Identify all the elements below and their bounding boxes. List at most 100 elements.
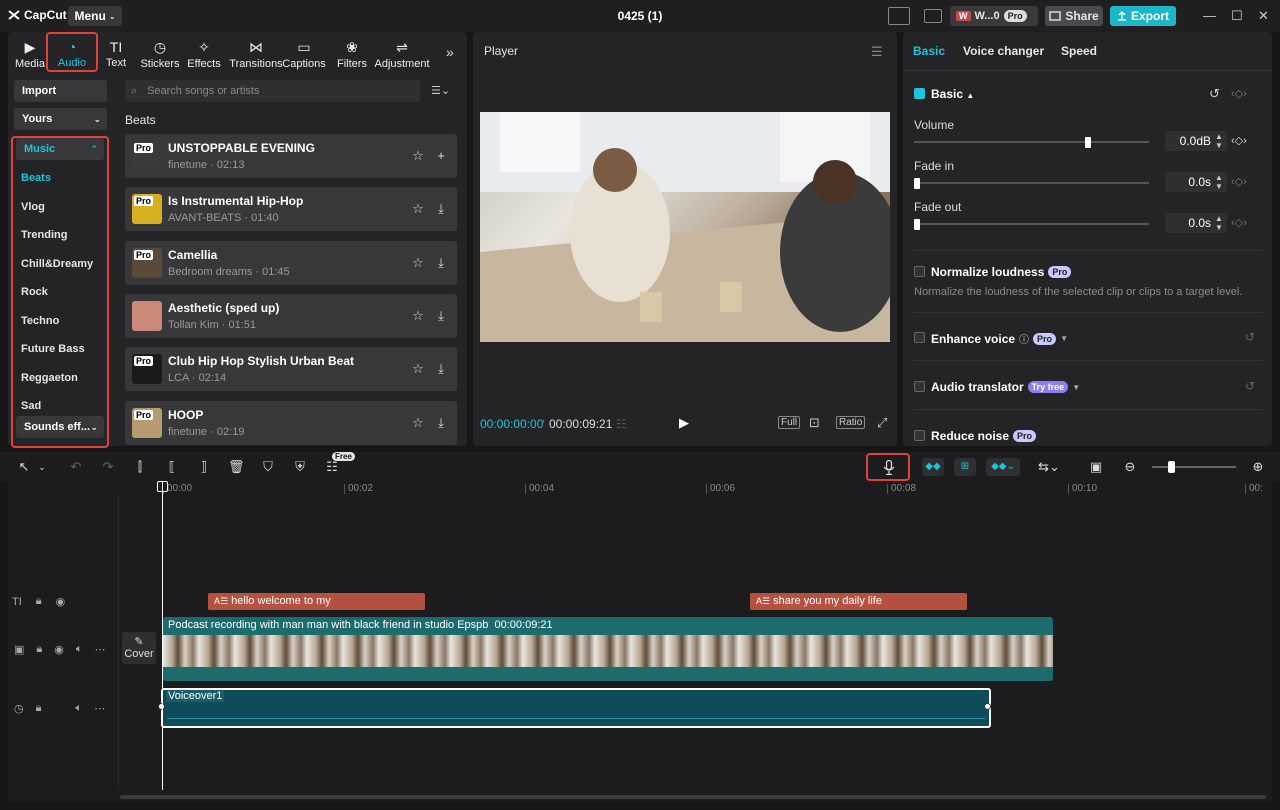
normalize-checkbox[interactable]	[914, 266, 925, 277]
chevron-down-icon[interactable]: ⌄	[34, 459, 50, 475]
reset-icon[interactable]: ↺	[1245, 330, 1255, 344]
cover-button[interactable]: ✎ Cover	[122, 632, 156, 664]
mark-icon[interactable]: ⛉	[260, 459, 276, 475]
normalize-loudness-row[interactable]: Normalize loudness Pro	[931, 265, 1072, 279]
screen-icon[interactable]: ▣	[1088, 459, 1104, 475]
lock-icon[interactable]: 🔒︎	[36, 595, 42, 608]
fade-out-slider[interactable]	[914, 219, 1149, 230]
zoom-in-icon[interactable]: ⊕	[1250, 459, 1266, 475]
layout-icon[interactable]	[888, 7, 910, 25]
sidebar-item[interactable]: Vlog	[21, 201, 45, 213]
tab-transitions[interactable]: ⋈ Transitions	[228, 36, 284, 72]
import-button[interactable]: Import	[14, 80, 107, 102]
fade-in-keyframe-icon[interactable]: ‹◇›	[1231, 175, 1247, 188]
fullscreen-icon[interactable]: ⤢	[877, 415, 887, 431]
reduce-noise-checkbox[interactable]	[914, 430, 925, 441]
auto-snap-icon[interactable]: ⊞	[954, 458, 976, 476]
undo-icon[interactable]: ↶	[68, 459, 84, 475]
video-clip[interactable]: Podcast recording with man man with blac…	[163, 617, 1053, 681]
eye-icon[interactable]: ◉	[54, 643, 64, 656]
maximize-icon[interactable]: ☐	[1231, 8, 1243, 24]
play-icon[interactable]: ▶	[679, 415, 689, 431]
sounds-effects-dropdown[interactable]: Sounds eff... ⌄	[16, 416, 104, 438]
time-ruler[interactable]: 00:00 00:02 00:04 00:06 00:08 00:10 00:	[8, 482, 1272, 496]
redo-icon[interactable]: ↷	[100, 459, 116, 475]
shortcuts-icon[interactable]	[924, 9, 942, 23]
volume-stepper-icon[interactable]: ▲ ▼	[1215, 132, 1223, 150]
export-button[interactable]: Export	[1110, 6, 1176, 26]
favorite-star-icon[interactable]: ☆	[409, 414, 427, 432]
song-item[interactable]: Pro HOOP finetune · 02:19 ☆ ⤓	[125, 400, 457, 445]
sidebar-item[interactable]: Sad	[21, 400, 41, 412]
text-clip[interactable]: A☰ hello welcome to my	[208, 593, 425, 610]
lock-icon[interactable]: 🔒︎	[36, 643, 42, 656]
enhance-voice-row[interactable]: Enhance voice ⓘ Pro ▼	[931, 331, 1068, 347]
more-icon[interactable]: ⋯	[94, 643, 105, 656]
song-item[interactable]: Pro Camellia Bedroom dreams · 01:45 ☆ ⤓	[125, 240, 457, 285]
enhance-voice-checkbox[interactable]	[914, 332, 925, 343]
timeline-grid-icon[interactable]: ☷	[616, 417, 627, 431]
menu-button[interactable]: Menu ⌄	[68, 6, 122, 26]
sidebar-item[interactable]: Reggaeton	[21, 372, 78, 384]
sidebar-item[interactable]: Chill&Dreamy	[21, 258, 93, 270]
audio-translator-checkbox[interactable]	[914, 381, 925, 392]
main-track-magnet-icon[interactable]: ◆◆	[922, 458, 944, 476]
split-icon[interactable]: ⫿	[132, 459, 148, 475]
more-categories-icon[interactable]: »	[446, 44, 454, 60]
zoom-fit-icon[interactable]: ⊡	[809, 415, 820, 431]
timeline-scrollbar[interactable]	[120, 795, 1266, 799]
full-quality-button[interactable]: Full	[778, 416, 801, 429]
fade-in-stepper-icon[interactable]: ▲ ▼	[1215, 173, 1223, 191]
tab-effects[interactable]: ✧ Effects	[182, 36, 226, 72]
clip-trim-handle-right[interactable]	[984, 703, 991, 710]
tab-speed[interactable]: Speed	[1061, 44, 1097, 58]
minimize-icon[interactable]: —	[1203, 8, 1216, 23]
tab-voice-changer[interactable]: Voice changer	[963, 44, 1044, 58]
music-dropdown[interactable]: Music ⌃	[16, 138, 104, 160]
download-icon[interactable]: ⤓	[432, 307, 450, 325]
record-voiceover-button[interactable]	[866, 453, 910, 481]
select-tool-icon[interactable]: ↖	[16, 459, 32, 475]
reduce-noise-row[interactable]: Reduce noise Pro	[931, 429, 1037, 443]
keyframe-icon[interactable]: ‹◇›	[1231, 87, 1247, 100]
zoom-out-icon[interactable]: ⊖	[1122, 459, 1138, 475]
close-icon[interactable]: ✕	[1258, 8, 1269, 24]
song-item[interactable]: Pro Is Instrumental Hip-Hop AVANT-BEATS · …	[125, 187, 457, 232]
song-item[interactable]: Pro UNSTOPPABLE EVENING finetune · 02:13 ☆ +	[125, 134, 457, 178]
tab-basic[interactable]: Basic	[913, 44, 945, 58]
download-icon[interactable]: ⤓	[432, 254, 450, 272]
split-right-icon[interactable]: ⟧	[196, 459, 212, 475]
sidebar-item[interactable]: Rock	[21, 286, 48, 298]
ratio-button[interactable]: Ratio	[836, 416, 866, 429]
favorite-star-icon[interactable]: ☆	[409, 147, 427, 165]
fade-out-keyframe-icon[interactable]: ‹◇›	[1231, 216, 1247, 229]
song-item[interactable]: Pro Club Hip Hop Stylish Urban Beat LCA · …	[125, 347, 457, 392]
volume-slider[interactable]	[914, 137, 1149, 148]
search-input[interactable]: ⌕ Search songs or artists	[125, 80, 420, 102]
voiceover-clip[interactable]: Voiceover1	[158, 688, 991, 728]
tab-filters[interactable]: ❀ Filters	[330, 36, 374, 72]
volume-slider-thumb[interactable]	[1085, 137, 1091, 148]
volume-icon[interactable]: 🔈︎	[76, 643, 83, 656]
fade-out-stepper-icon[interactable]: ▲ ▼	[1215, 214, 1223, 232]
workspace-button[interactable]: W W...0 Pro	[950, 6, 1038, 26]
tab-stickers[interactable]: ◷ Stickers	[138, 36, 182, 72]
favorite-star-icon[interactable]: ☆	[409, 254, 427, 272]
zoom-slider-thumb[interactable]	[1168, 461, 1175, 473]
share-button[interactable]: Share	[1045, 6, 1103, 26]
lock-icon[interactable]: 🔒︎	[36, 702, 42, 715]
info-icon[interactable]: ⓘ	[1019, 331, 1029, 346]
eye-icon[interactable]: ◉	[56, 595, 66, 608]
delete-icon[interactable]: 🗑	[228, 459, 245, 475]
sidebar-item[interactable]: Future Bass	[21, 343, 85, 355]
tab-text[interactable]: TI Text	[94, 36, 138, 72]
split-left-icon[interactable]: ⟦	[164, 459, 180, 475]
yours-dropdown[interactable]: Yours ⌄	[14, 108, 107, 130]
fade-out-slider-thumb[interactable]	[914, 219, 920, 230]
download-icon[interactable]: ⤓	[432, 200, 450, 218]
filter-icon[interactable]: ☰⌄	[431, 84, 450, 97]
tab-adjustment[interactable]: ⇌ Adjustment	[374, 36, 430, 72]
preview-axis-icon[interactable]: ⇆⌄	[1034, 459, 1064, 475]
download-icon[interactable]: ⤓	[432, 414, 450, 432]
basic-section-title[interactable]: Basic ▲	[931, 87, 974, 101]
